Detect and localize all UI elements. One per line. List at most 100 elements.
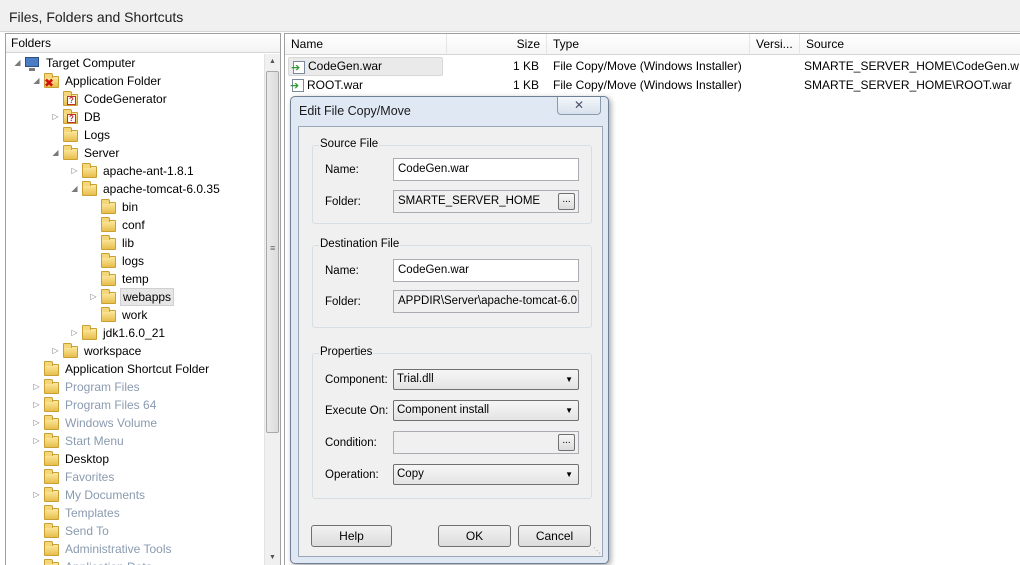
tree-item[interactable]: logs [6,252,264,270]
file-type: File Copy/Move (Windows Installer) [553,78,742,92]
tree-item[interactable]: Application Data [6,558,264,565]
column-header-type[interactable]: Type [547,34,750,55]
expand-arrow-icon[interactable]: ▷ [32,378,41,396]
scroll-down-icon[interactable]: ▼ [265,550,280,565]
expand-arrow-icon[interactable]: ▷ [51,108,60,126]
tree-item[interactable]: ◢ ✖ Application Folder [6,72,264,90]
source-folder-label: Folder: [325,196,361,208]
ok-button[interactable]: OK [438,525,511,547]
column-header-name[interactable]: Name [285,34,447,55]
folder-icon [81,181,98,197]
folder-icon [100,199,117,215]
destination-file-title: Destination File [319,238,401,250]
folder-icon [43,505,60,521]
column-header-version[interactable]: Versi... [750,34,800,55]
collapse-arrow-icon[interactable]: ◢ [70,180,79,198]
folder-icon [100,253,117,269]
collapse-arrow-icon[interactable]: ◢ [13,54,22,72]
folder-conditional-icon: ? [62,109,79,125]
properties-title: Properties [319,346,374,358]
folder-icon [43,523,60,539]
tree-item[interactable]: ▷ Program Files [6,378,264,396]
column-header-source[interactable]: Source [800,34,1020,55]
tree-item[interactable]: ▷ webapps [6,288,264,306]
tree-item[interactable]: ▷ Windows Volume [6,414,264,432]
expand-arrow-icon[interactable]: ▷ [89,288,98,306]
tree-item[interactable]: ▷? DB [6,108,264,126]
folders-header: Folders [6,34,280,53]
computer-icon [24,55,41,71]
tree-item[interactable]: Logs [6,126,264,144]
tree-item[interactable]: Favorites [6,468,264,486]
expand-arrow-icon[interactable]: ▷ [32,432,41,450]
file-copy-icon [291,61,305,74]
tree-item[interactable]: ▷ workspace [6,342,264,360]
execute-on-dropdown[interactable]: Component install ▼ [393,400,579,421]
file-row[interactable]: ROOT.war 1 KB File Copy/Move (Windows In… [285,76,1020,95]
operation-dropdown[interactable]: Copy ▼ [393,464,579,485]
expand-arrow-icon[interactable]: ▷ [32,396,41,414]
tree-item[interactable]: work [6,306,264,324]
scroll-up-icon[interactable]: ▲ [265,54,280,70]
tree-item-label: DB [84,110,101,124]
tree-item[interactable]: Desktop [6,450,264,468]
tree-item[interactable]: ? CodeGenerator [6,90,264,108]
expand-arrow-icon[interactable]: ▷ [70,162,79,180]
tree-item[interactable]: Application Shortcut Folder [6,360,264,378]
resize-grip-icon[interactable]: ⋱ [593,547,601,555]
expand-arrow-icon[interactable]: ▷ [32,486,41,504]
source-folder-browse-button[interactable]: ... [558,193,575,210]
collapse-arrow-icon[interactable]: ◢ [51,144,60,162]
tree-item-label: Application Data [63,558,154,565]
tree-item[interactable]: ◢ Target Computer [6,54,264,72]
tree-item[interactable]: conf [6,216,264,234]
collapse-arrow-icon[interactable]: ◢ [32,72,41,90]
scroll-grip-icon: ≡ [270,243,276,253]
column-header-size[interactable]: Size [447,34,547,55]
file-source: SMARTE_SERVER_HOME\CodeGen.war [804,59,1019,73]
tree-item[interactable]: ▷ apache-ant-1.8.1 [6,162,264,180]
expand-arrow-icon[interactable]: ▷ [70,324,79,342]
scroll-thumb[interactable]: ≡ [266,71,279,433]
tree-item[interactable]: temp [6,270,264,288]
tree-item-label: Target Computer [46,56,136,70]
tree-item[interactable]: ◢ Server [6,144,264,162]
expand-arrow-icon[interactable]: ▷ [32,414,41,432]
source-name-field[interactable]: CodeGen.war [393,158,579,181]
tree-item[interactable]: Templates [6,504,264,522]
condition-browse-button[interactable]: ... [558,434,575,451]
file-row[interactable]: CodeGen.war 1 KB File Copy/Move (Windows… [285,57,1020,76]
folder-icon [100,217,117,233]
destination-folder-field[interactable]: APPDIR\Server\apache-tomcat-6.0.35\webap… [393,290,579,313]
folders-scrollbar[interactable]: ▲ ≡ ▼ [264,54,280,565]
file-copy-icon [290,79,304,92]
source-folder-field[interactable]: SMARTE_SERVER_HOME [393,190,579,213]
destination-name-field[interactable]: CodeGen.war [393,259,579,282]
tree-item[interactable]: Administrative Tools [6,540,264,558]
file-size: 1 KB [512,59,539,73]
condition-field[interactable] [393,431,579,454]
folders-pane: Folders ◢ Target Computer ◢ ✖ Application Fo… [5,33,281,565]
folder-icon [43,487,60,503]
tree-item[interactable]: Send To [6,522,264,540]
component-dropdown[interactable]: Trial.dll ▼ [393,369,579,390]
folder-icon [100,289,117,305]
tree-item-label: My Documents [65,488,146,502]
tree-item[interactable]: ▷ Program Files 64 [6,396,264,414]
operation-label: Operation: [325,469,379,481]
destination-name-label: Name: [325,265,359,277]
cancel-button[interactable]: Cancel [518,525,591,547]
tree-item-label: logs [122,254,145,268]
folder-icon [43,361,60,377]
tree-item[interactable]: ◢ apache-tomcat-6.0.35 [6,180,264,198]
help-button[interactable]: Help [311,525,392,547]
tree-item[interactable]: ▷ My Documents [6,486,264,504]
tree-item[interactable]: lib [6,234,264,252]
tree-item[interactable]: ▷ Start Menu [6,432,264,450]
expand-arrow-icon[interactable]: ▷ [51,342,60,360]
tree-item[interactable]: ▷ jdk1.6.0_21 [6,324,264,342]
folder-icon [43,541,60,557]
tree-item[interactable]: bin [6,198,264,216]
tree-item-label: Administrative Tools [65,542,172,556]
close-button[interactable]: ✕ [557,97,601,115]
